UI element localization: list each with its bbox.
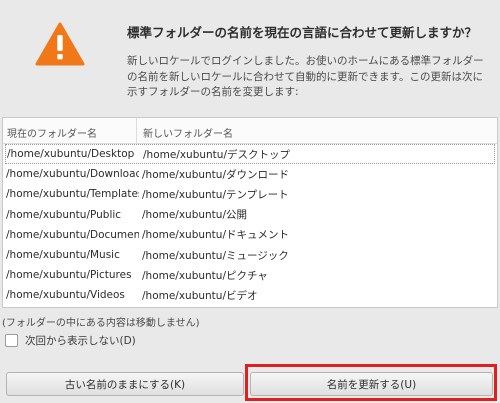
current-folder-name: /home/xubuntu/Music (6, 249, 120, 262)
dialog-title: 標準フォルダーの名前を現在の言語に合わせて更新しますか？ (127, 25, 478, 40)
column-header-current-name[interactable]: 現在のフォルダー名 (3, 118, 137, 143)
update-names-button[interactable]: 名前を更新する(U) (250, 372, 493, 396)
table-row[interactable]: /home/xubuntu/Public /home/xubuntu/公開 (3, 205, 497, 225)
new-folder-name: /home/xubuntu/ダウンロード (142, 168, 289, 181)
keep-old-names-button[interactable]: 古い名前のままにする(K) (6, 372, 244, 396)
warning-icon (35, 22, 85, 66)
new-folder-name: /home/xubuntu/デスクトップ (143, 148, 290, 161)
current-folder-name: /home/xubuntu/Desktop (7, 148, 135, 161)
dialog-description: 新しいロケールでログインしました。お使いのホームにある標準フォルダーの名前を新し… (127, 55, 484, 98)
table-row[interactable]: /home/xubuntu/Videos /home/xubuntu/ビデオ (3, 285, 497, 305)
update-folder-names-dialog: 標準フォルダーの名前を現在の言語に合わせて更新しますか？ 新しいロケールでログイ… (0, 0, 500, 403)
current-folder-name: /home/xubuntu/Downloads (6, 168, 139, 181)
table-row[interactable]: /home/xubuntu/Templates /home/xubuntu/テン… (3, 184, 497, 204)
table-header: 現在のフォルダー名 新しいフォルダー名 (3, 118, 497, 144)
folder-rename-table[interactable]: 現在のフォルダー名 新しいフォルダー名 /home/xubuntu/Deskto… (2, 117, 498, 308)
new-folder-name: /home/xubuntu/ビデオ (142, 289, 258, 302)
new-folder-name: /home/xubuntu/ドキュメント (142, 229, 289, 242)
dont-show-again-label: 次回から表示しない(D) (25, 335, 136, 347)
new-folder-name: /home/xubuntu/ミュージック (142, 249, 289, 262)
current-folder-name: /home/xubuntu/Videos (6, 289, 125, 302)
table-row[interactable]: /home/xubuntu/Downloads /home/xubuntu/ダウ… (3, 164, 497, 184)
new-folder-name: /home/xubuntu/公開 (142, 209, 247, 222)
column-header-new-name[interactable]: 新しいフォルダー名 (137, 118, 233, 143)
table-row[interactable]: /home/xubuntu/Documents /home/xubuntu/ドキ… (3, 225, 497, 245)
table-row[interactable]: /home/xubuntu/Pictures /home/xubuntu/ピクチ… (3, 265, 497, 285)
new-folder-name: /home/xubuntu/テンプレート (142, 188, 289, 201)
dont-show-again-checkbox[interactable] (5, 334, 18, 347)
contents-not-moved-note: (フォルダーの中にある内容は移動しません) (2, 318, 200, 329)
dont-show-again-option[interactable]: 次回から表示しない(D) (5, 333, 136, 348)
current-folder-name: /home/xubuntu/Public (6, 208, 122, 221)
new-folder-name: /home/xubuntu/ピクチャ (142, 269, 268, 282)
current-folder-name: /home/xubuntu/Pictures (6, 269, 132, 282)
table-row[interactable]: /home/xubuntu/Music /home/xubuntu/ミュージック (3, 245, 497, 265)
table-row[interactable]: /home/xubuntu/Desktop /home/xubuntu/デスクト… (5, 144, 495, 165)
current-folder-name: /home/xubuntu/Templates (6, 188, 139, 201)
current-folder-name: /home/xubuntu/Documents (6, 228, 139, 241)
